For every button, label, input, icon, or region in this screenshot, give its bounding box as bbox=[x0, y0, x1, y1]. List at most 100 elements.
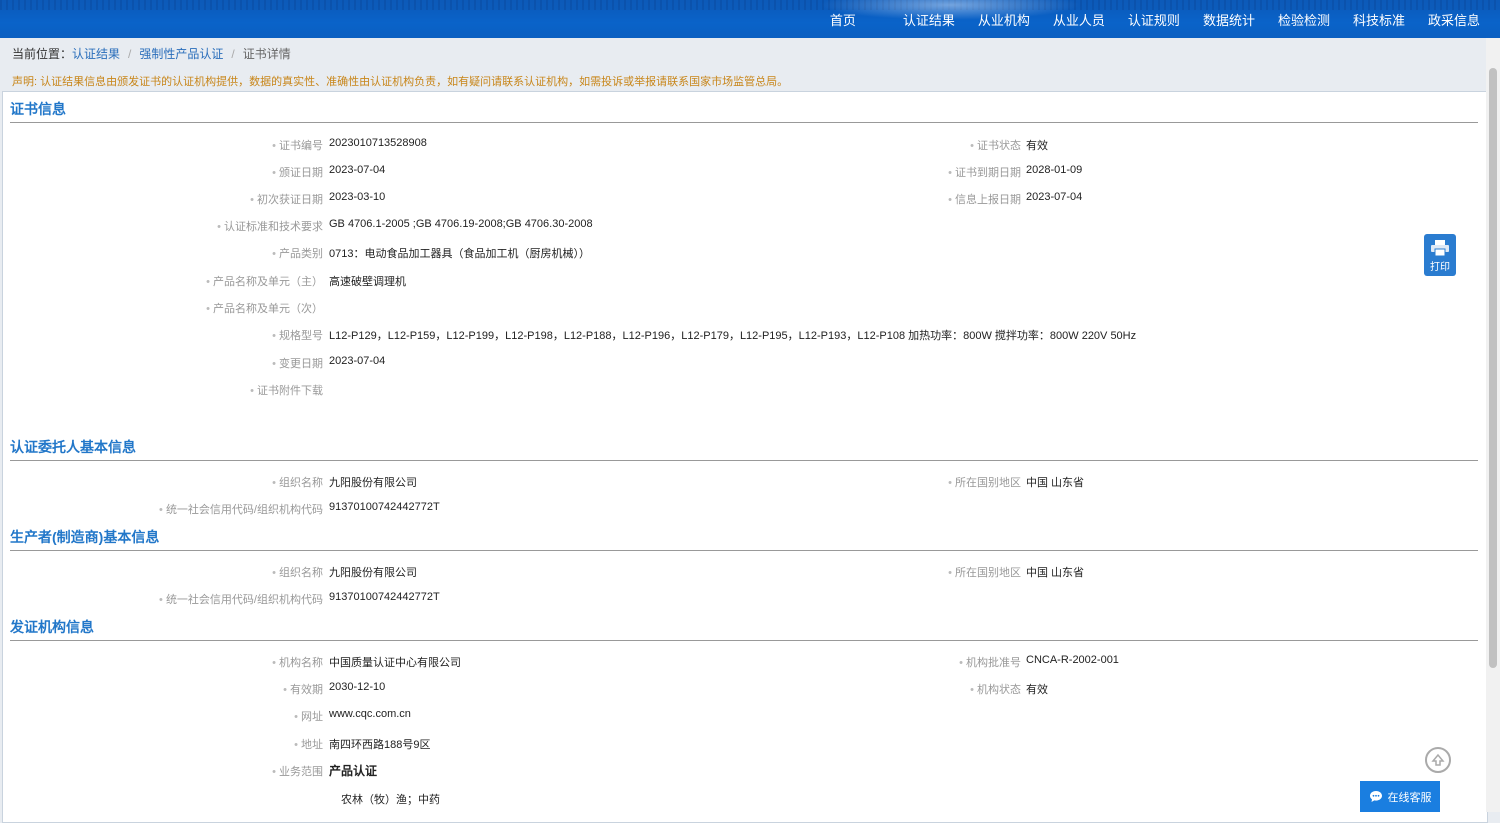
breadcrumb-ccc[interactable]: 强制性产品认证 bbox=[139, 47, 223, 61]
field-label: 规格型号 bbox=[272, 327, 323, 343]
nav-item-cert-rules[interactable]: 认证规则 bbox=[1128, 10, 1180, 29]
client-region-row: 所在国别地区 bbox=[703, 474, 1021, 490]
maker-region-row: 所在国别地区 bbox=[703, 564, 1021, 580]
field-label: 证书状态 bbox=[970, 137, 1021, 153]
cert-number-row: 证书编号 bbox=[3, 137, 323, 153]
issuer-addr-row: 地址 bbox=[3, 736, 323, 752]
field-label: 证书到期日期 bbox=[948, 164, 1021, 180]
field-label: 业务范围 bbox=[272, 763, 323, 779]
main-nav: 首页 认证结果 从业机构 从业人员 认证规则 数据统计 检验检测 科技标准 政采… bbox=[807, 0, 1480, 38]
breadcrumb-cert-results[interactable]: 认证结果 bbox=[72, 47, 120, 61]
back-to-top-button[interactable] bbox=[1425, 747, 1451, 773]
section-title: 发证机构信息 bbox=[10, 618, 1478, 641]
scrollbar-thumb[interactable] bbox=[1489, 68, 1497, 668]
field-label: 地址 bbox=[294, 736, 323, 752]
issuer-info-section: 发证机构信息 bbox=[10, 618, 1478, 641]
maker-code-row: 统一社会信用代码/组织机构代码 bbox=[3, 591, 323, 607]
breadcrumb-current: 证书详情 bbox=[242, 47, 291, 61]
breadcrumb-prefix: 当前位置： bbox=[12, 47, 73, 61]
report-date-row: 信息上报日期 bbox=[703, 191, 1021, 207]
standard-row: 认证标准和技术要求 bbox=[3, 218, 323, 234]
standard-value: GB 4706.1-2005 ;GB 4706.19-2008;GB 4706.… bbox=[329, 218, 593, 230]
issuer-state-value: 有效 bbox=[1026, 684, 1048, 696]
field-label: 所在国别地区 bbox=[948, 564, 1021, 580]
issue-date-row: 颁证日期 bbox=[3, 164, 323, 180]
nav-item-institutions[interactable]: 从业机构 bbox=[978, 10, 1030, 29]
change-date-row: 变更日期 bbox=[3, 355, 323, 371]
section-title: 证书信息 bbox=[10, 100, 1478, 123]
field-label: 产品名称及单元（次） bbox=[206, 300, 323, 316]
cert-info-section: 证书信息 bbox=[10, 100, 1478, 123]
client-code-value: 91370100742442772T bbox=[329, 501, 440, 513]
maker-region-value: 中国 山东省 bbox=[1026, 567, 1085, 579]
maker-info-section: 生产者(制造商)基本信息 bbox=[10, 528, 1478, 551]
expire-date-row: 证书到期日期 bbox=[703, 164, 1021, 180]
issuer-approval-value: CNCA-R-2002-001 bbox=[1026, 654, 1119, 666]
field-label: 证书编号 bbox=[272, 137, 323, 153]
field-label: 统一社会信用代码/组织机构代码 bbox=[159, 501, 323, 517]
nav-item-home[interactable]: 首页 bbox=[830, 10, 856, 29]
issuer-name-value: 中国质量认证中心有限公司 bbox=[329, 657, 461, 669]
field-label: 产品类别 bbox=[272, 245, 323, 261]
field-label: 变更日期 bbox=[272, 355, 323, 371]
field-label: 有效期 bbox=[283, 681, 323, 697]
issuer-state-row: 机构状态 bbox=[703, 681, 1021, 697]
maker-org-row: 组织名称 bbox=[3, 564, 323, 580]
nav-item-statistics[interactable]: 数据统计 bbox=[1203, 10, 1255, 29]
nav-item-personnel[interactable]: 从业人员 bbox=[1053, 10, 1105, 29]
page-scrollbar[interactable] bbox=[1486, 38, 1500, 812]
nav-item-testing[interactable]: 检验检测 bbox=[1278, 10, 1330, 29]
issuer-site-row: 网址 bbox=[3, 708, 323, 724]
field-label: 统一社会信用代码/组织机构代码 bbox=[159, 591, 323, 607]
category-value: 0713：电动食品加工器具（食品加工机（厨房机械）） bbox=[329, 248, 590, 260]
online-service-label: 在线客服 bbox=[1387, 791, 1432, 804]
model-row: 规格型号 bbox=[3, 327, 323, 343]
report-date-value: 2023-07-04 bbox=[1026, 191, 1083, 203]
content-panel: 证书信息 证书编号 2023010713528908 证书状态 有效 颁证日期 … bbox=[2, 91, 1488, 823]
client-org-value: 九阳股份有限公司 bbox=[329, 477, 417, 489]
nav-item-cert-results[interactable]: 认证结果 bbox=[903, 10, 955, 29]
breadcrumb-separator: / bbox=[231, 47, 235, 61]
field-label: 组织名称 bbox=[272, 564, 323, 580]
field-label: 产品名称及单元（主） bbox=[206, 273, 323, 289]
client-region-value: 中国 山东省 bbox=[1026, 477, 1085, 489]
expire-date-value: 2028-01-09 bbox=[1026, 164, 1083, 176]
client-code-row: 统一社会信用代码/组织机构代码 bbox=[3, 501, 323, 517]
print-button[interactable]: 打印 bbox=[1424, 234, 1456, 276]
product-main-value: 高速破壁调理机 bbox=[329, 276, 406, 288]
cert-status-value: 有效 bbox=[1026, 140, 1048, 152]
field-label: 信息上报日期 bbox=[948, 191, 1021, 207]
client-info-section: 认证委托人基本信息 bbox=[10, 438, 1478, 461]
field-label: 网址 bbox=[294, 708, 323, 724]
section-title: 生产者(制造商)基本信息 bbox=[10, 528, 1478, 551]
issue-date-value: 2023-07-04 bbox=[329, 164, 386, 176]
field-label: 机构名称 bbox=[272, 654, 323, 670]
top-nav-bar: 首页 认证结果 从业机构 从业人员 认证规则 数据统计 检验检测 科技标准 政采… bbox=[0, 0, 1500, 38]
nav-item-procurement[interactable]: 政采信息 bbox=[1428, 10, 1480, 29]
maker-code-value: 91370100742442772T bbox=[329, 591, 440, 603]
issuer-site-value[interactable]: www.cqc.com.cn bbox=[329, 708, 411, 720]
print-label: 打印 bbox=[1430, 262, 1450, 273]
field-label: 认证标准和技术要求 bbox=[217, 218, 323, 234]
issuer-name-row: 机构名称 bbox=[3, 654, 323, 670]
attachment-download-label[interactable]: 证书附件下载 bbox=[250, 382, 323, 398]
product-main-row: 产品名称及单元（主） bbox=[3, 273, 323, 289]
issuer-approval-row: 机构批准号 bbox=[703, 654, 1021, 670]
field-label: 机构批准号 bbox=[959, 654, 1021, 670]
issuer-scope-row: 业务范围 bbox=[3, 763, 323, 779]
issuer-valid-row: 有效期 bbox=[3, 681, 323, 697]
issuer-addr-value: 南四环西路188号9区 bbox=[329, 739, 431, 751]
online-service-button[interactable]: 在线客服 bbox=[1360, 781, 1440, 812]
cert-status-row: 证书状态 bbox=[703, 137, 1021, 153]
first-date-value: 2023-03-10 bbox=[329, 191, 386, 203]
field-label: 颁证日期 bbox=[272, 164, 323, 180]
change-date-value: 2023-07-04 bbox=[329, 355, 386, 367]
cert-number-value: 2023010713528908 bbox=[329, 137, 427, 149]
breadcrumb-separator: / bbox=[128, 47, 132, 61]
breadcrumb: 当前位置：认证结果 / 强制性产品认证 / 证书详情 bbox=[12, 45, 291, 62]
field-label: 组织名称 bbox=[272, 474, 323, 490]
product-sub-row: 产品名称及单元（次） bbox=[3, 300, 323, 316]
back-to-top-icon bbox=[1431, 753, 1445, 766]
nav-item-standards[interactable]: 科技标准 bbox=[1353, 10, 1405, 29]
issuer-scope-sub-value: 农林（牧）渔；中药 bbox=[341, 794, 440, 806]
